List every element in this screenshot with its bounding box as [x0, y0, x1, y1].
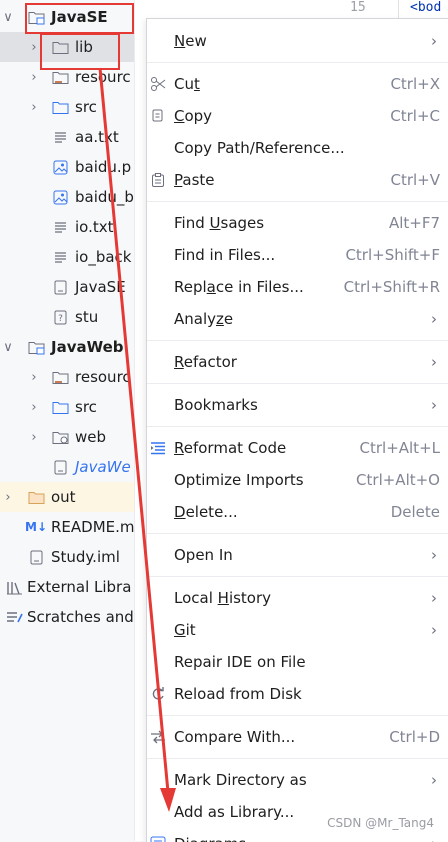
- annotation-arrow: [98, 67, 176, 812]
- watermark: CSDN @Mr_Tang4: [327, 816, 434, 830]
